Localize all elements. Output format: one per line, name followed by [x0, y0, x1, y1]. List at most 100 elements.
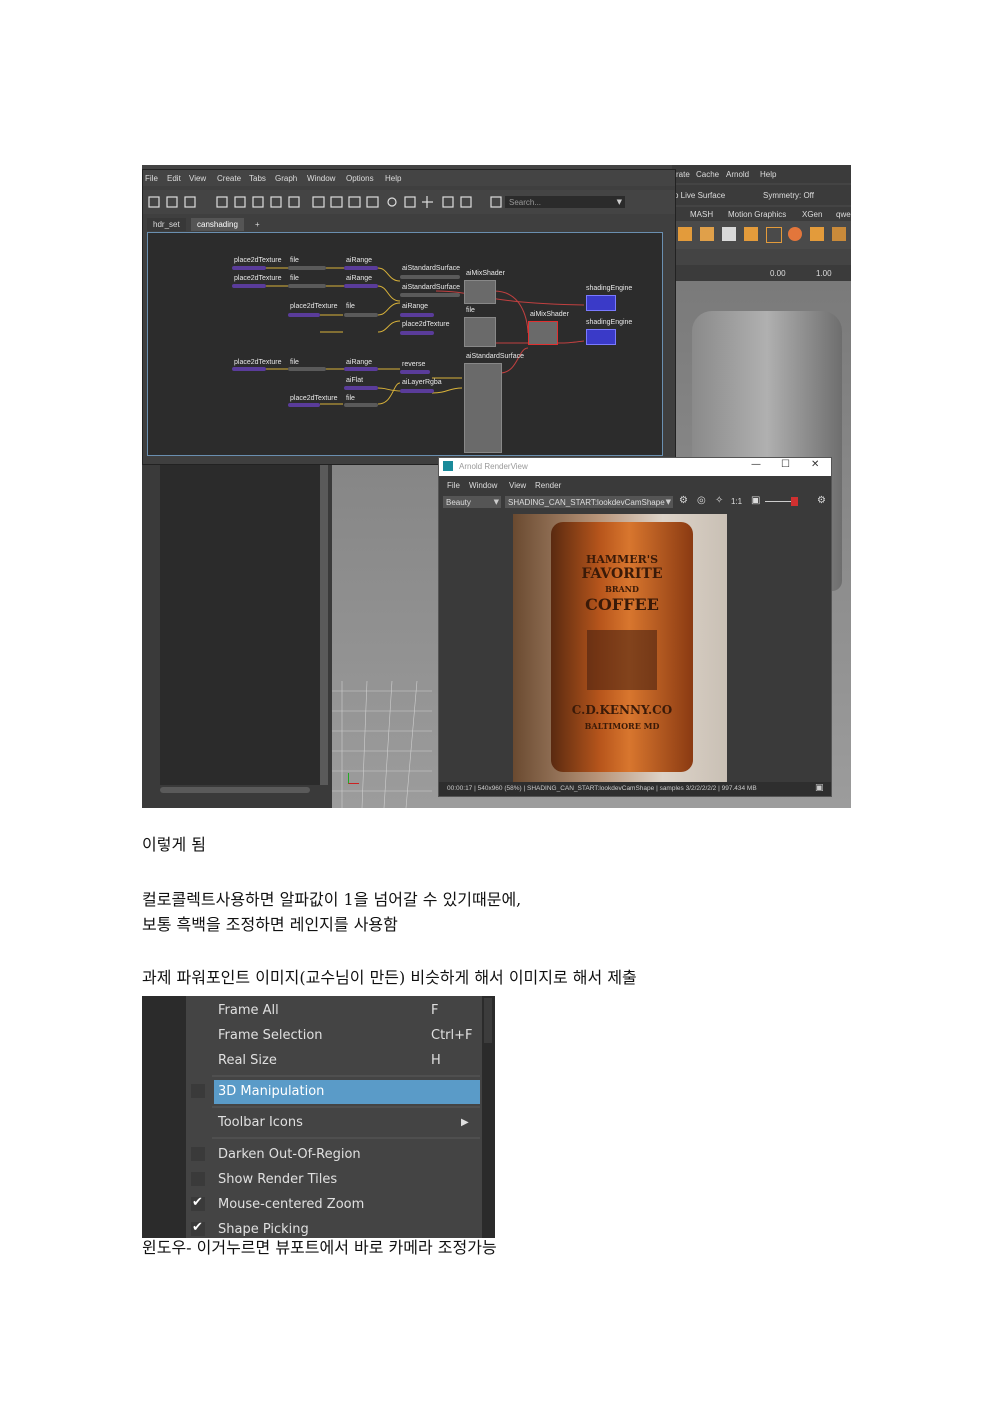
node-body[interactable] — [344, 367, 378, 371]
node-body[interactable] — [400, 389, 434, 393]
crop-icon[interactable]: ▣ — [751, 495, 760, 506]
shelf-icon[interactable] — [832, 227, 846, 241]
node-file[interactable]: file — [346, 303, 355, 310]
menu-item-shape-picking[interactable]: Shape Picking — [214, 1218, 480, 1238]
node-body[interactable] — [400, 370, 430, 374]
stop-render-button[interactable] — [791, 497, 798, 506]
node-aimixshader[interactable]: aiMixShader — [466, 270, 505, 277]
menu-item-toolbar-icons[interactable]: Toolbar Icons ▶ — [214, 1111, 480, 1135]
node-aistandardsurface[interactable]: aiStandardSurface — [466, 353, 524, 360]
menu-help[interactable]: Help — [385, 174, 401, 183]
shelf-icon[interactable] — [678, 227, 692, 241]
node-body[interactable] — [400, 313, 434, 317]
camera-dropdown[interactable]: SHADING_CAN_START:lookdevCamShape ▼ — [505, 496, 673, 508]
live-surface-label[interactable]: o Live Surface — [674, 191, 725, 200]
rv-menu-render[interactable]: Render — [535, 481, 561, 490]
maximize-icon[interactable]: ☐ — [781, 459, 790, 470]
node-body[interactable] — [344, 284, 378, 288]
node-file[interactable]: file — [290, 275, 299, 282]
checkbox-show-render-tiles[interactable] — [191, 1172, 205, 1186]
node-body[interactable] — [586, 329, 616, 345]
tab-hdr-set[interactable]: hdr_set — [147, 218, 186, 231]
viewport-field-a[interactable]: 0.00 — [770, 269, 786, 278]
node-body[interactable] — [288, 403, 320, 407]
outliner-list[interactable] — [160, 465, 320, 785]
node-body[interactable] — [464, 317, 496, 347]
shelf-icon[interactable] — [722, 227, 736, 241]
node-body[interactable] — [528, 321, 558, 345]
scrollbar-thumb[interactable] — [484, 998, 492, 1043]
node-aistandardsurface[interactable]: aiStandardSurface — [402, 284, 460, 291]
shelf-tab-xgen[interactable]: XGen — [802, 210, 822, 219]
node-airange[interactable]: aiRange — [346, 257, 372, 264]
node-body[interactable] — [288, 367, 326, 371]
node-body[interactable] — [344, 386, 378, 390]
menu-window[interactable]: Window — [307, 174, 335, 183]
menu-item-mouse-centered-zoom[interactable]: Mouse-centered Zoom — [214, 1193, 480, 1217]
symmetry-dropdown[interactable]: Symmetry: Off — [763, 191, 814, 200]
viewport-field-b[interactable]: 1.00 — [816, 269, 832, 278]
node-place2dtexture[interactable]: place2dTexture — [234, 359, 281, 366]
gear-icon[interactable]: ⚙ — [817, 495, 826, 506]
node-aiflat[interactable]: aiFlat — [346, 377, 363, 384]
outliner-h-scrollbar[interactable] — [160, 787, 310, 793]
checkbox-3d-manipulation[interactable] — [191, 1084, 205, 1098]
node-body[interactable] — [344, 266, 378, 270]
node-graph-canvas[interactable]: place2dTexture file aiRange place2dTextu… — [147, 232, 663, 456]
shelf-icon[interactable] — [766, 227, 782, 243]
node-body[interactable] — [232, 284, 266, 288]
menu-arnold[interactable]: Arnold — [726, 170, 749, 179]
close-icon[interactable]: ✕ — [811, 459, 819, 470]
shelf-tab-mash[interactable]: MASH — [690, 210, 713, 219]
node-file[interactable]: file — [466, 307, 475, 314]
menu-item-3d-manipulation[interactable]: 3D Manipulation — [214, 1080, 480, 1104]
refresh-icon[interactable]: ◎ — [697, 495, 706, 506]
node-body[interactable] — [464, 363, 502, 453]
node-airange[interactable]: aiRange — [346, 359, 372, 366]
node-body[interactable] — [232, 266, 266, 270]
menu-create[interactable]: Create — [217, 174, 241, 183]
node-aistandardsurface[interactable]: aiStandardSurface — [402, 265, 460, 272]
node-reverse[interactable]: reverse — [402, 361, 425, 368]
node-place2dtexture[interactable]: place2dTexture — [234, 257, 281, 264]
node-file[interactable]: file — [290, 257, 299, 264]
menu-help[interactable]: Help — [760, 170, 776, 179]
checkbox-shape-picking[interactable]: ✔ — [191, 1220, 205, 1236]
shelf-icon[interactable] — [744, 227, 758, 241]
node-place2dtexture[interactable]: place2dTexture — [290, 395, 337, 402]
node-shadingengine[interactable]: shadingEngine — [586, 319, 632, 326]
node-shadingengine[interactable]: shadingEngine — [586, 285, 632, 292]
menu-item-frame-selection[interactable]: Frame Selection Ctrl+F — [214, 1024, 480, 1048]
shelf-tab-motion-graphics[interactable]: Motion Graphics — [728, 210, 786, 219]
node-body[interactable] — [400, 331, 434, 335]
shelf-icon[interactable] — [810, 227, 824, 241]
menu-view[interactable]: View — [189, 174, 206, 183]
rv-menu-window[interactable]: Window — [469, 481, 497, 490]
node-body[interactable] — [288, 284, 326, 288]
node-aimixshader[interactable]: aiMixShader — [530, 311, 569, 318]
search-dropdown-icon[interactable]: ▼ — [617, 198, 622, 206]
tab-add[interactable]: + — [251, 218, 264, 231]
node-place2dtexture[interactable]: place2dTexture — [402, 321, 449, 328]
snapshot-icon[interactable]: ✧ — [715, 495, 723, 506]
menu-item-real-size[interactable]: Real Size H — [214, 1049, 480, 1073]
node-airange[interactable]: aiRange — [402, 303, 428, 310]
menu-options[interactable]: Options — [346, 174, 374, 183]
minimize-icon[interactable]: — — [751, 459, 761, 470]
menu-item-frame-all[interactable]: Frame All F — [214, 999, 480, 1023]
menu-edit[interactable]: Edit — [167, 174, 181, 183]
render-settings-icon[interactable]: ⚙ — [679, 495, 688, 506]
node-place2dtexture[interactable]: place2dTexture — [234, 275, 281, 282]
node-body[interactable] — [344, 403, 378, 407]
shelf-tab-qwe[interactable]: qwe — [836, 210, 851, 219]
rv-menu-view[interactable]: View — [509, 481, 526, 490]
node-body[interactable] — [464, 280, 496, 304]
aov-dropdown[interactable]: Beauty ▼ — [443, 496, 501, 508]
menu-rate[interactable]: rate — [676, 170, 690, 179]
node-airange[interactable]: aiRange — [346, 275, 372, 282]
search-input[interactable]: Search... ▼ — [505, 196, 625, 208]
shelf-icon[interactable] — [700, 227, 714, 241]
node-file[interactable]: file — [346, 395, 355, 402]
menu-tabs[interactable]: Tabs — [249, 174, 266, 183]
menu-graph[interactable]: Graph — [275, 174, 297, 183]
